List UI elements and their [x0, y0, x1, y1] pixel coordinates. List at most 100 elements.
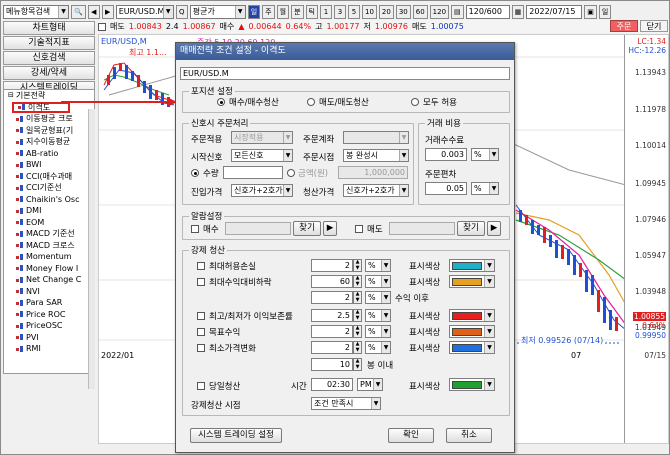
- force-exit-checkbox[interactable]: [197, 262, 205, 270]
- time-input[interactable]: 02:30: [311, 378, 353, 391]
- force-exit-checkbox[interactable]: [197, 344, 205, 352]
- order-button[interactable]: 주문: [610, 20, 638, 32]
- tree-scrollbar[interactable]: [88, 109, 95, 389]
- grid-icon[interactable]: ▦: [511, 4, 525, 19]
- force-exit-value[interactable]: 2: [311, 325, 353, 338]
- ampm-select[interactable]: PM ▼: [357, 378, 383, 391]
- signal-search-button[interactable]: 신호검색: [3, 51, 95, 65]
- tree-item[interactable]: DMI: [4, 205, 94, 217]
- amount-input[interactable]: 1,000,000: [338, 166, 408, 179]
- technical-indicator-button[interactable]: 기술적지표: [3, 36, 95, 50]
- symbol-select[interactable]: EUR/USD.M ▼: [115, 4, 174, 19]
- order-account-select[interactable]: ▼: [343, 131, 409, 144]
- chevron-down-icon[interactable]: ▼: [234, 5, 245, 18]
- position-radio-buy[interactable]: [217, 98, 225, 106]
- fee-unit-select[interactable]: % ▼: [471, 148, 499, 161]
- date-field[interactable]: 2022/07/15: [526, 4, 583, 19]
- force-exit-unit[interactable]: % ▼: [365, 325, 391, 338]
- force-exit-value[interactable]: 2: [311, 291, 353, 304]
- force-exit-checkbox[interactable]: [197, 278, 205, 286]
- day-label[interactable]: 일: [598, 4, 612, 19]
- minute-5-button[interactable]: 5: [347, 4, 360, 19]
- search-icon[interactable]: Q: [175, 4, 188, 19]
- spinner-icon[interactable]: ▲ ▼: [353, 341, 362, 354]
- period-day-button[interactable]: 일: [247, 4, 261, 19]
- tree-item[interactable]: 지수이동평균: [4, 136, 94, 148]
- force-exit-value[interactable]: 10: [311, 358, 353, 371]
- position-radio-sell[interactable]: [307, 98, 315, 106]
- force-exit-value[interactable]: 60: [311, 275, 353, 288]
- alarm-buy-file[interactable]: [225, 222, 291, 235]
- period-minute-button[interactable]: 분: [291, 4, 304, 19]
- force-exit-checkbox[interactable]: [197, 312, 205, 320]
- cancel-button[interactable]: 취소: [446, 428, 492, 443]
- settings-icon[interactable]: ▤: [451, 4, 464, 19]
- exit-timing-select[interactable]: 조건 만족시 ▼: [311, 397, 381, 410]
- alarm-buy-checkbox[interactable]: [191, 225, 199, 233]
- order-apply-select[interactable]: 시장적용 ▼: [231, 131, 293, 144]
- spinner-icon[interactable]: ▲ ▼: [353, 309, 362, 322]
- order-time-select[interactable]: 봉 완성시 ▼: [343, 149, 409, 162]
- arrow-left-icon[interactable]: ◀: [87, 4, 100, 19]
- color-picker[interactable]: ▼: [449, 309, 495, 322]
- minute-60-button[interactable]: 60: [412, 4, 428, 19]
- calendar-icon[interactable]: ▣: [584, 4, 597, 19]
- chevron-down-icon[interactable]: ▼: [58, 5, 68, 18]
- tree-item[interactable]: Price ROC: [4, 309, 94, 321]
- force-exit-unit[interactable]: % ▼: [365, 291, 391, 304]
- tree-item[interactable]: PriceOSC: [4, 320, 94, 332]
- tree-item[interactable]: MACD 크로스: [4, 240, 94, 252]
- minute-20-button[interactable]: 20: [378, 4, 394, 19]
- bull-bear-button[interactable]: 강세/약세: [3, 66, 95, 80]
- color-picker[interactable]: ▼: [449, 341, 495, 354]
- tree-item[interactable]: Momentum: [4, 251, 94, 263]
- spinner-icon[interactable]: ▲ ▼: [353, 259, 362, 272]
- play-icon[interactable]: ▶: [323, 221, 337, 236]
- period-week-button[interactable]: 주: [262, 4, 275, 19]
- tree-item[interactable]: Money Flow I: [4, 263, 94, 275]
- tree-item[interactable]: Net Change C: [4, 274, 94, 286]
- tree-item[interactable]: Chaikin's Osc: [4, 194, 94, 206]
- start-signal-select[interactable]: 모든신호 ▼: [231, 149, 293, 162]
- force-exit-value[interactable]: 2: [311, 259, 353, 272]
- qty-input[interactable]: [223, 166, 283, 179]
- tree-item[interactable]: 이동평균 크로: [4, 113, 94, 125]
- minute-30-button[interactable]: 30: [395, 4, 411, 19]
- minute-3-button[interactable]: 3: [333, 4, 346, 19]
- minute-1-button[interactable]: 1: [319, 4, 332, 19]
- color-picker[interactable]: ▼: [449, 325, 495, 338]
- force-exit-unit[interactable]: % ▼: [365, 341, 391, 354]
- force-exit-value[interactable]: 2: [311, 341, 353, 354]
- force-exit-unit[interactable]: % ▼: [365, 259, 391, 272]
- tree-item[interactable]: NVI: [4, 286, 94, 298]
- tree-item[interactable]: EOM: [4, 217, 94, 229]
- color-picker[interactable]: ▼: [449, 259, 495, 272]
- day-exit-checkbox[interactable]: [197, 382, 205, 390]
- minute-10-button[interactable]: 10: [361, 4, 377, 19]
- period-month-button[interactable]: 월: [276, 4, 290, 19]
- amount-radio[interactable]: [287, 169, 295, 177]
- alarm-sell-file[interactable]: [389, 222, 455, 235]
- qty-radio[interactable]: [191, 169, 199, 177]
- tree-item[interactable]: BWI: [4, 159, 94, 171]
- close-button[interactable]: 닫기: [640, 20, 668, 32]
- spinner-icon[interactable]: ▲ ▼: [353, 291, 362, 304]
- force-exit-unit[interactable]: % ▼: [365, 275, 391, 288]
- minute-120-button[interactable]: 120: [429, 4, 450, 19]
- force-exit-value[interactable]: 2.5: [311, 309, 353, 322]
- count-field[interactable]: 120/600: [465, 4, 510, 19]
- ok-button[interactable]: 확인: [388, 428, 434, 443]
- fee-input[interactable]: 0.003: [425, 148, 467, 161]
- play-icon[interactable]: ▶: [487, 221, 501, 236]
- alarm-buy-find-button[interactable]: 찾기: [293, 221, 321, 236]
- chevron-down-icon[interactable]: ▼: [162, 5, 173, 18]
- tree-item[interactable]: 일목균형표(기: [4, 125, 94, 137]
- tree-item[interactable]: RMI: [4, 343, 94, 355]
- spinner-icon[interactable]: ▲ ▼: [353, 325, 362, 338]
- position-radio-both[interactable]: [411, 98, 419, 106]
- chart-type-button[interactable]: 차트형태: [3, 21, 95, 35]
- price-type-select[interactable]: 평균가 ▼: [189, 4, 246, 19]
- entry-price-select[interactable]: 신호가+2호가 ▼: [231, 184, 293, 197]
- slippage-unit-select[interactable]: % ▼: [471, 182, 499, 195]
- tree-item[interactable]: Para SAR: [4, 297, 94, 309]
